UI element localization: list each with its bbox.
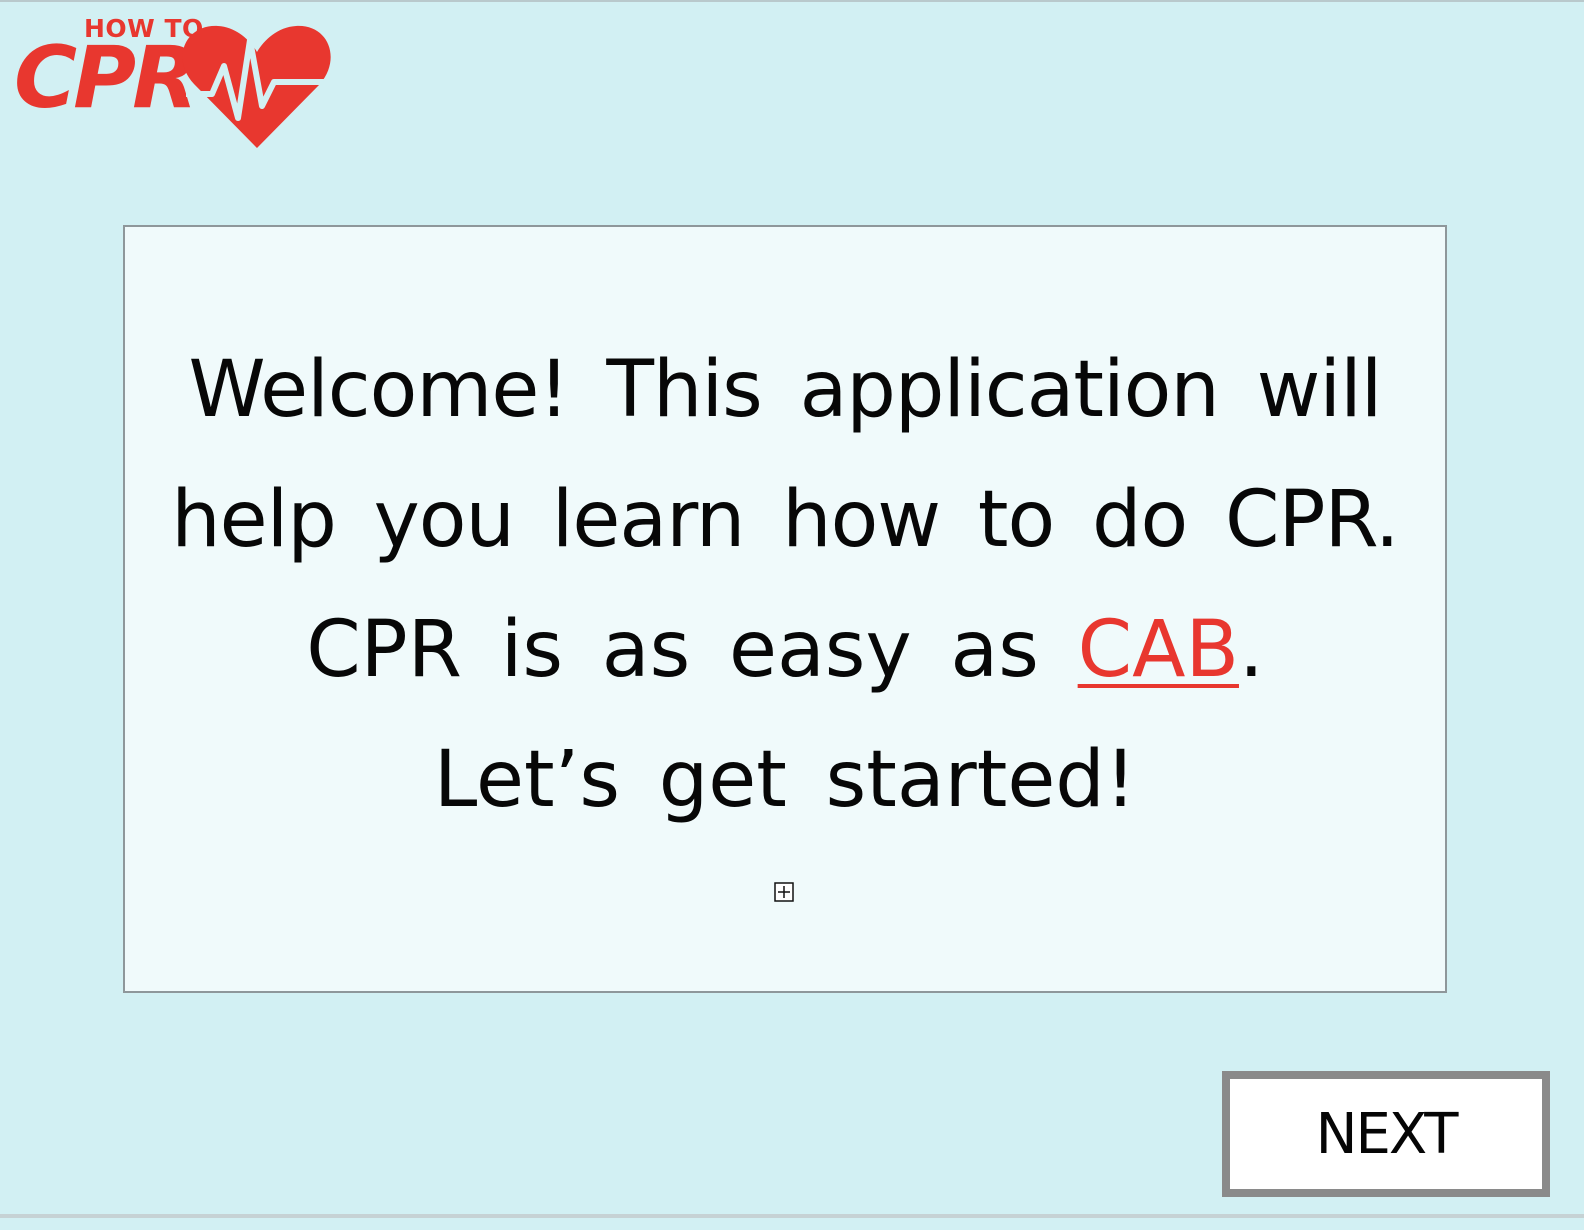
how-to-cpr-logo: HOW TO CPR [12,14,332,154]
welcome-line-3-suffix: . [1238,605,1264,695]
plus-box-icon[interactable] [774,882,794,902]
welcome-panel: Welcome! This application will help you … [123,225,1447,993]
next-button[interactable]: NEXT [1222,1071,1550,1197]
logo-big-text: CPR [14,28,198,128]
welcome-line-2: help you learn how to do CPR. [171,475,1399,565]
top-rule [0,0,1584,2]
welcome-line-4: Let’s get started! [433,735,1137,825]
heart-heartbeat-icon [182,25,331,148]
welcome-message: Welcome! This application will help you … [125,325,1445,845]
cab-link[interactable]: CAB [1078,605,1239,695]
welcome-line-3-prefix: CPR is as easy as [306,605,1078,695]
bottom-rule [0,1214,1584,1218]
welcome-line-1: Welcome! This application will [188,345,1383,435]
welcome-line-3: CPR is as easy as CAB. [125,585,1445,715]
